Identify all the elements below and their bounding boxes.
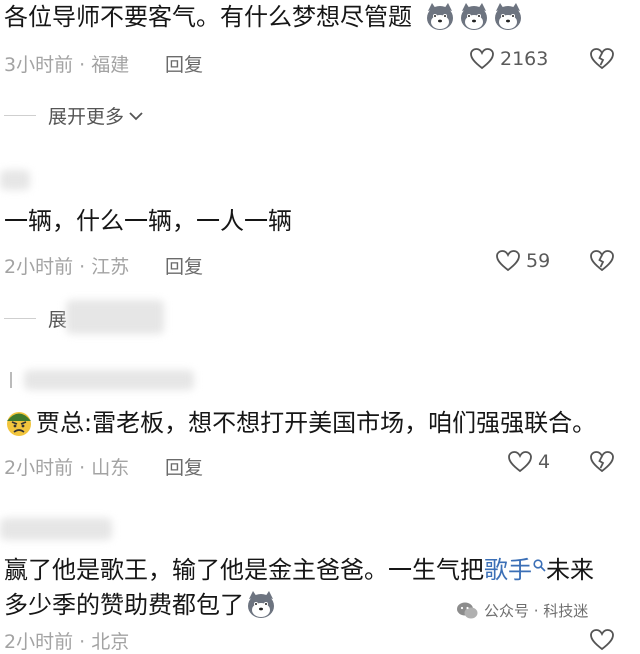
- meta-separator: ·: [79, 631, 86, 653]
- comment-text: 多少季的赞助费都包了: [4, 591, 244, 619]
- expand-partial-label: 展: [48, 309, 68, 331]
- divider: [4, 318, 36, 319]
- comment-text: 各位导师不要客气。有什么梦想尽管题: [4, 3, 412, 31]
- redacted-overlay: [66, 300, 164, 334]
- comment-location: 福建: [91, 54, 130, 76]
- heart-icon: [470, 48, 494, 70]
- comment-4-line2: 多少季的赞助费都包了: [4, 588, 276, 622]
- comment-meta: 3小时前 · 福建: [4, 50, 129, 77]
- username-redacted: [24, 370, 194, 390]
- expand-more-label: 展开更多: [48, 106, 125, 128]
- comment-text: 一辆，什么一辆，一人一辆: [4, 207, 292, 235]
- comment-time: 2小时前: [4, 256, 74, 278]
- divider: [4, 115, 36, 116]
- husky-emoji-icon: [425, 3, 455, 31]
- like-button[interactable]: 4: [508, 451, 550, 473]
- comment-text-cont: 未来: [546, 556, 594, 584]
- broken-heart-icon: [590, 629, 614, 651]
- reply-button[interactable]: 回复: [165, 252, 203, 279]
- watermark-text: 公众号 · 科技迷: [484, 602, 589, 620]
- emoji-row: [425, 3, 523, 31]
- comment-2: 一辆，什么一辆，一人一辆: [4, 204, 292, 238]
- comment-meta: 2小时前 · 山东: [4, 453, 129, 480]
- reply-button[interactable]: 回复: [165, 50, 203, 77]
- comment-meta: 2小时前 · 北京: [4, 627, 129, 654]
- meta-separator: ·: [79, 54, 86, 76]
- username-redacted: [0, 518, 112, 540]
- comment-location: 北京: [91, 631, 130, 653]
- chevron-down-icon: [128, 110, 144, 122]
- search-link[interactable]: 歌手: [484, 556, 546, 584]
- angry-face-emoji-icon: [4, 408, 34, 438]
- reply-button[interactable]: 回复: [165, 453, 203, 480]
- comment-meta: 2小时前 · 江苏: [4, 252, 129, 279]
- like-button[interactable]: 2163: [470, 48, 548, 70]
- comment-text: 赢了他是歌王，输了他是金主爸爸。一生气把: [4, 556, 484, 584]
- comment-text: 贾总:雷老板，想不想打开美国市场，咱们强强联合。: [36, 409, 597, 437]
- comment-time: 2小时前: [4, 457, 74, 479]
- dislike-button[interactable]: [590, 250, 614, 272]
- like-count: 59: [526, 250, 551, 272]
- comment-time: 3小时前: [4, 54, 74, 76]
- wechat-official-account-icon: [456, 601, 478, 621]
- search-icon: [533, 559, 546, 572]
- dislike-button[interactable]: [590, 48, 614, 70]
- broken-heart-icon: [590, 250, 614, 272]
- husky-emoji-icon: [493, 3, 523, 31]
- like-count: 2163: [500, 48, 549, 70]
- heart-icon: [508, 451, 532, 473]
- like-count: 4: [538, 451, 551, 473]
- expand-more-button[interactable]: 展开更多: [48, 102, 144, 129]
- like-button[interactable]: 59: [496, 250, 550, 272]
- comment-1: 各位导师不要客气。有什么梦想尽管题: [4, 0, 412, 34]
- search-link-text: 歌手: [484, 556, 532, 584]
- broken-heart-icon: [590, 48, 614, 70]
- comment-location: 山东: [91, 457, 130, 479]
- meta-separator: ·: [79, 256, 86, 278]
- husky-emoji-icon: [246, 591, 276, 619]
- dislike-button[interactable]: [590, 629, 614, 651]
- dislike-button[interactable]: [590, 451, 614, 473]
- expand-more-button[interactable]: 展: [48, 305, 67, 332]
- comment-location: 江苏: [91, 256, 130, 278]
- meta-separator: ·: [79, 457, 86, 479]
- watermark: 公众号 · 科技迷: [456, 600, 588, 621]
- username-redacted: [0, 170, 30, 190]
- comment-time: 2小时前: [4, 631, 74, 653]
- comment-4: 赢了他是歌王，输了他是金主爸爸。一生气把歌手 未来: [4, 553, 594, 587]
- divider: [10, 372, 12, 388]
- broken-heart-icon: [590, 451, 614, 473]
- heart-icon: [496, 250, 520, 272]
- comment-3: 贾总:雷老板，想不想打开美国市场，咱们强强联合。: [36, 406, 596, 440]
- husky-emoji-icon: [459, 3, 489, 31]
